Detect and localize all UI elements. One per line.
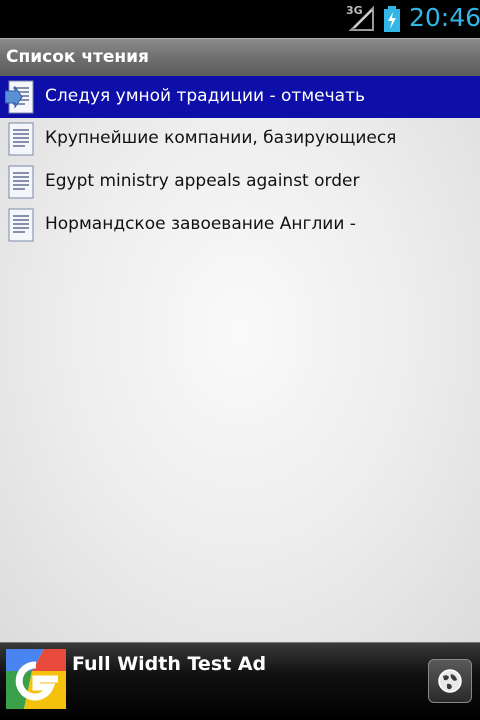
list-item[interactable]: Нормандское завоевание Англии -	[0, 204, 480, 246]
signal-indicator: 3G	[346, 4, 376, 32]
list-item[interactable]: Egypt ministry appeals against order	[0, 161, 480, 203]
status-bar: 3G 20:46	[0, 0, 480, 38]
ad-banner[interactable]: Full Width Test Ad	[0, 642, 480, 720]
title-bar: Список чтения	[0, 38, 480, 76]
google-ad-logo-icon	[6, 649, 66, 709]
list-item-title: Нормандское завоевание Англии -	[45, 214, 356, 234]
screen: 3G 20:46 Список чтения Следуя умной трад…	[0, 0, 480, 720]
reading-list: Следуя умной традиции - отмечать Крупней…	[0, 76, 480, 642]
list-item-title: Следуя умной традиции - отмечать	[45, 86, 365, 106]
list-item[interactable]: Следуя умной традиции - отмечать	[0, 76, 480, 118]
document-icon	[5, 80, 34, 114]
list-item[interactable]: Крупнейшие компании, базирующиеся	[0, 118, 480, 160]
list-item-title: Крупнейшие компании, базирующиеся	[45, 128, 397, 148]
signal-icon	[348, 5, 374, 31]
clock: 20:46	[409, 3, 480, 32]
document-icon	[8, 122, 34, 156]
battery-charging-icon	[384, 6, 400, 32]
open-ad-button[interactable]	[428, 659, 472, 703]
document-icon	[8, 165, 34, 199]
list-item-title: Egypt ministry appeals against order	[45, 171, 360, 191]
document-icon	[8, 208, 34, 242]
page-title: Список чтения	[6, 47, 149, 67]
globe-icon	[438, 669, 462, 693]
ad-title: Full Width Test Ad	[72, 653, 267, 675]
